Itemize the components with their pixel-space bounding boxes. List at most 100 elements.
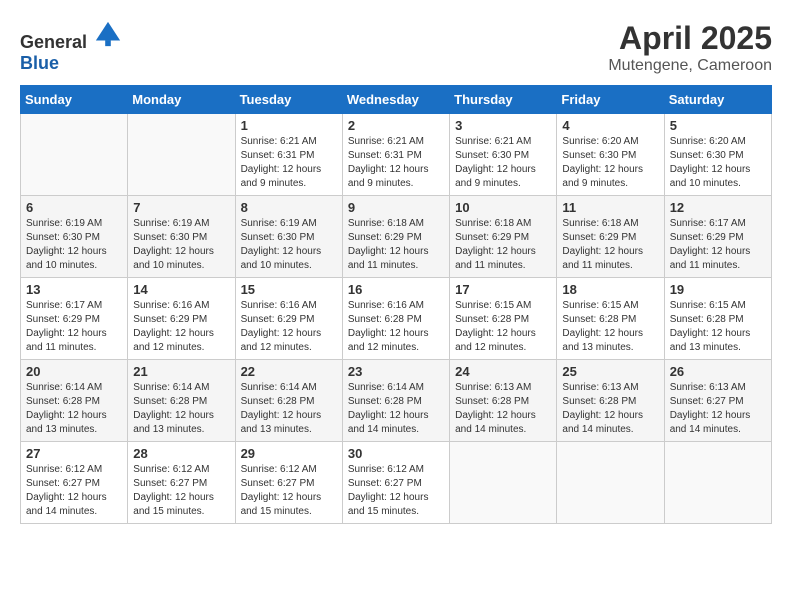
day-info: Sunrise: 6:16 AMSunset: 6:28 PMDaylight:… — [348, 299, 444, 355]
day-info: Sunrise: 6:12 AMSunset: 6:27 PMDaylight:… — [133, 463, 229, 519]
calendar-cell: 2Sunrise: 6:21 AMSunset: 6:31 PMDaylight… — [342, 114, 449, 196]
calendar-week-row: 13 Sunrise: 6:17 AMSunset: 6:29 PMDayligh… — [21, 278, 772, 360]
logo-icon — [94, 20, 122, 48]
day-info: Sunrise: 6:15 AMSunset: 6:28 PMDaylight:… — [670, 299, 766, 355]
day-number: 20 — [26, 364, 122, 379]
calendar-cell: 12Sunrise: 6:17 AMSunset: 6:29 PMDayligh… — [664, 196, 771, 278]
calendar-cell: 6 Sunrise: 6:19 AMSunset: 6:30 PMDaylight… — [21, 196, 128, 278]
day-info: Sunrise: 6:20 AMSunset: 6:30 PMDaylight:… — [670, 135, 766, 191]
day-number: 4 — [562, 118, 658, 133]
day-info: Sunrise: 6:20 AMSunset: 6:30 PMDaylight:… — [562, 135, 658, 191]
calendar-cell: 9 Sunrise: 6:18 AMSunset: 6:29 PMDaylight… — [342, 196, 449, 278]
day-number: 3 — [455, 118, 551, 133]
location-title: Mutengene, Cameroon — [608, 57, 772, 75]
day-number: 27 — [26, 446, 122, 461]
calendar-cell: 21 Sunrise: 6:14 AMSunset: 6:28 PMDayligh… — [128, 360, 235, 442]
day-number: 5 — [670, 118, 766, 133]
day-number: 11 — [562, 200, 658, 215]
day-number: 28 — [133, 446, 229, 461]
day-info: Sunrise: 6:17 AMSunset: 6:29 PMDaylight:… — [26, 299, 122, 355]
calendar-cell: 25 Sunrise: 6:13 AMSunset: 6:28 PMDayligh… — [557, 360, 664, 442]
calendar-cell — [664, 442, 771, 524]
month-title: April 2025 — [608, 20, 772, 57]
calendar-cell: 27 Sunrise: 6:12 AMSunset: 6:27 PMDayligh… — [21, 442, 128, 524]
calendar-week-row: 20 Sunrise: 6:14 AMSunset: 6:28 PMDayligh… — [21, 360, 772, 442]
day-info: Sunrise: 6:18 AMSunset: 6:29 PMDaylight:… — [562, 217, 658, 273]
day-info: Sunrise: 6:13 AMSunset: 6:28 PMDaylight:… — [562, 381, 658, 437]
weekday-header: Tuesday — [235, 86, 342, 114]
calendar-cell: 7 Sunrise: 6:19 AMSunset: 6:30 PMDaylight… — [128, 196, 235, 278]
day-number: 17 — [455, 282, 551, 297]
calendar-cell: 11 Sunrise: 6:18 AMSunset: 6:29 PMDayligh… — [557, 196, 664, 278]
calendar-cell — [450, 442, 557, 524]
calendar-cell: 23Sunrise: 6:14 AMSunset: 6:28 PMDayligh… — [342, 360, 449, 442]
day-info: Sunrise: 6:15 AMSunset: 6:28 PMDaylight:… — [562, 299, 658, 355]
day-info: Sunrise: 6:13 AMSunset: 6:27 PMDaylight:… — [670, 381, 766, 437]
weekday-header: Saturday — [664, 86, 771, 114]
day-info: Sunrise: 6:12 AMSunset: 6:27 PMDaylight:… — [241, 463, 337, 519]
day-info: Sunrise: 6:14 AMSunset: 6:28 PMDaylight:… — [348, 381, 444, 437]
day-info: Sunrise: 6:21 AMSunset: 6:30 PMDaylight:… — [455, 135, 551, 191]
calendar-cell: 13 Sunrise: 6:17 AMSunset: 6:29 PMDayligh… — [21, 278, 128, 360]
calendar-cell: 18 Sunrise: 6:15 AMSunset: 6:28 PMDayligh… — [557, 278, 664, 360]
calendar-cell: 26 Sunrise: 6:13 AMSunset: 6:27 PMDayligh… — [664, 360, 771, 442]
calendar-cell: 16Sunrise: 6:16 AMSunset: 6:28 PMDayligh… — [342, 278, 449, 360]
header: General Blue April 2025 Mutengene, Camer… — [20, 20, 772, 75]
day-number: 10 — [455, 200, 551, 215]
day-number: 14 — [133, 282, 229, 297]
calendar-cell: 17Sunrise: 6:15 AMSunset: 6:28 PMDayligh… — [450, 278, 557, 360]
calendar-cell — [128, 114, 235, 196]
calendar-cell: 14Sunrise: 6:16 AMSunset: 6:29 PMDayligh… — [128, 278, 235, 360]
day-info: Sunrise: 6:12 AMSunset: 6:27 PMDaylight:… — [26, 463, 122, 519]
calendar-cell: 22 Sunrise: 6:14 AMSunset: 6:28 PMDayligh… — [235, 360, 342, 442]
day-number: 13 — [26, 282, 122, 297]
day-number: 8 — [241, 200, 337, 215]
calendar-week-row: 27 Sunrise: 6:12 AMSunset: 6:27 PMDayligh… — [21, 442, 772, 524]
day-info: Sunrise: 6:14 AMSunset: 6:28 PMDaylight:… — [241, 381, 337, 437]
calendar-cell: 19Sunrise: 6:15 AMSunset: 6:28 PMDayligh… — [664, 278, 771, 360]
day-info: Sunrise: 6:14 AMSunset: 6:28 PMDaylight:… — [133, 381, 229, 437]
calendar-cell: 1Sunrise: 6:21 AMSunset: 6:31 PMDaylight… — [235, 114, 342, 196]
day-number: 12 — [670, 200, 766, 215]
day-number: 6 — [26, 200, 122, 215]
weekday-header: Sunday — [21, 86, 128, 114]
day-number: 29 — [241, 446, 337, 461]
calendar: SundayMondayTuesdayWednesdayThursdayFrid… — [20, 85, 772, 524]
weekday-header: Monday — [128, 86, 235, 114]
calendar-cell: 28 Sunrise: 6:12 AMSunset: 6:27 PMDayligh… — [128, 442, 235, 524]
day-number: 15 — [241, 282, 337, 297]
weekday-header-row: SundayMondayTuesdayWednesdayThursdayFrid… — [21, 86, 772, 114]
day-number: 9 — [348, 200, 444, 215]
calendar-cell: 30 Sunrise: 6:12 AMSunset: 6:27 PMDayligh… — [342, 442, 449, 524]
calendar-cell: 29 Sunrise: 6:12 AMSunset: 6:27 PMDayligh… — [235, 442, 342, 524]
calendar-cell: 8 Sunrise: 6:19 AMSunset: 6:30 PMDaylight… — [235, 196, 342, 278]
day-number: 18 — [562, 282, 658, 297]
calendar-cell: 5 Sunrise: 6:20 AMSunset: 6:30 PMDaylight… — [664, 114, 771, 196]
logo: General Blue — [20, 20, 122, 74]
day-number: 22 — [241, 364, 337, 379]
calendar-cell: 15Sunrise: 6:16 AMSunset: 6:29 PMDayligh… — [235, 278, 342, 360]
day-number: 1 — [241, 118, 337, 133]
day-number: 2 — [348, 118, 444, 133]
calendar-cell: 20Sunrise: 6:14 AMSunset: 6:28 PMDayligh… — [21, 360, 128, 442]
day-info: Sunrise: 6:12 AMSunset: 6:27 PMDaylight:… — [348, 463, 444, 519]
calendar-cell — [557, 442, 664, 524]
calendar-week-row: 6 Sunrise: 6:19 AMSunset: 6:30 PMDaylight… — [21, 196, 772, 278]
calendar-cell — [21, 114, 128, 196]
calendar-cell: 10Sunrise: 6:18 AMSunset: 6:29 PMDayligh… — [450, 196, 557, 278]
day-number: 30 — [348, 446, 444, 461]
day-info: Sunrise: 6:19 AMSunset: 6:30 PMDaylight:… — [133, 217, 229, 273]
weekday-header: Friday — [557, 86, 664, 114]
day-number: 21 — [133, 364, 229, 379]
day-number: 26 — [670, 364, 766, 379]
logo-text: General Blue — [20, 20, 122, 74]
weekday-header: Thursday — [450, 86, 557, 114]
day-info: Sunrise: 6:19 AMSunset: 6:30 PMDaylight:… — [26, 217, 122, 273]
day-number: 25 — [562, 364, 658, 379]
day-info: Sunrise: 6:19 AMSunset: 6:30 PMDaylight:… — [241, 217, 337, 273]
logo-general: General — [20, 32, 87, 52]
calendar-week-row: 1Sunrise: 6:21 AMSunset: 6:31 PMDaylight… — [21, 114, 772, 196]
day-info: Sunrise: 6:18 AMSunset: 6:29 PMDaylight:… — [348, 217, 444, 273]
day-number: 24 — [455, 364, 551, 379]
day-number: 7 — [133, 200, 229, 215]
